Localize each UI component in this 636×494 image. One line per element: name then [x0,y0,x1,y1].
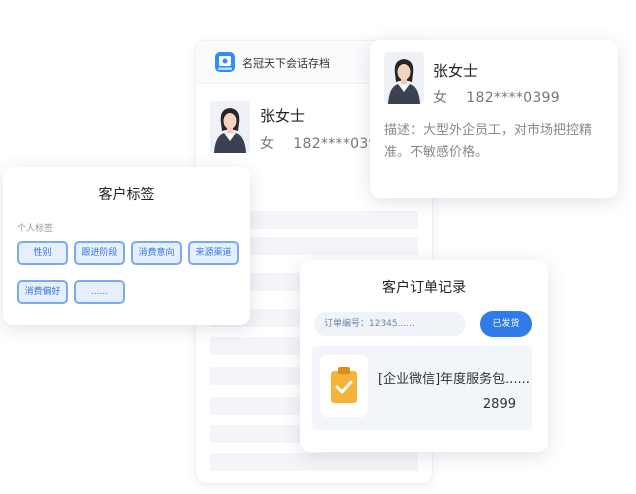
customer-tags-card: 客户标签 个人标签 性别 跟进阶段 消费意向 来源渠道 消费偏好 ...... [3,167,250,325]
customer-info: 女 182****0399 [260,136,387,152]
app-name: 名冠天下会话存档 [242,57,330,70]
tags-title: 客户标签 [98,187,155,203]
customer-name: 张女士 [433,62,479,80]
customer-description: 描述：大型外企员工，对市场把控精准。不敏感价格。 [384,123,593,160]
order-item-name: [企业微信]年度服务包...... [378,372,530,387]
order-item-price: 2899 [482,397,516,412]
order-number-field[interactable]: 订单编号：12345...... [314,312,466,336]
customer-orders-card: 客户订单记录 订单编号：12345...... 已发货 [企业微信]年度服务包.… [300,260,548,452]
tag-source-channel[interactable]: 来源渠道 [188,241,239,265]
clipboard-check-icon [331,367,357,403]
customer-info: 女 182****0399 [433,90,560,106]
tag-follow-stage[interactable]: 跟进阶段 [74,241,125,265]
order-item-thumbnail [320,355,368,417]
customer-avatar [384,52,424,104]
tag-more[interactable]: ...... [74,280,125,304]
tag-consumption-preference[interactable]: 消费偏好 [17,280,68,304]
shipped-status-button[interactable]: 已发货 [480,311,532,337]
orders-title: 客户订单记录 [382,280,466,296]
personal-tags-label: 个人标签 [17,224,54,234]
customer-profile-card: 张女士 女 182****0399 描述：大型外企员工，对市场把控精准。不敏感价… [370,40,618,198]
app-logo-icon [215,52,235,72]
customer-avatar [210,101,250,153]
customer-name: 张女士 [260,107,306,125]
tag-purchase-intent[interactable]: 消费意向 [131,241,182,265]
placeholder-bar [210,453,418,471]
tag-gender[interactable]: 性别 [17,241,68,265]
order-item[interactable]: [企业微信]年度服务包...... 2899 [312,346,532,430]
